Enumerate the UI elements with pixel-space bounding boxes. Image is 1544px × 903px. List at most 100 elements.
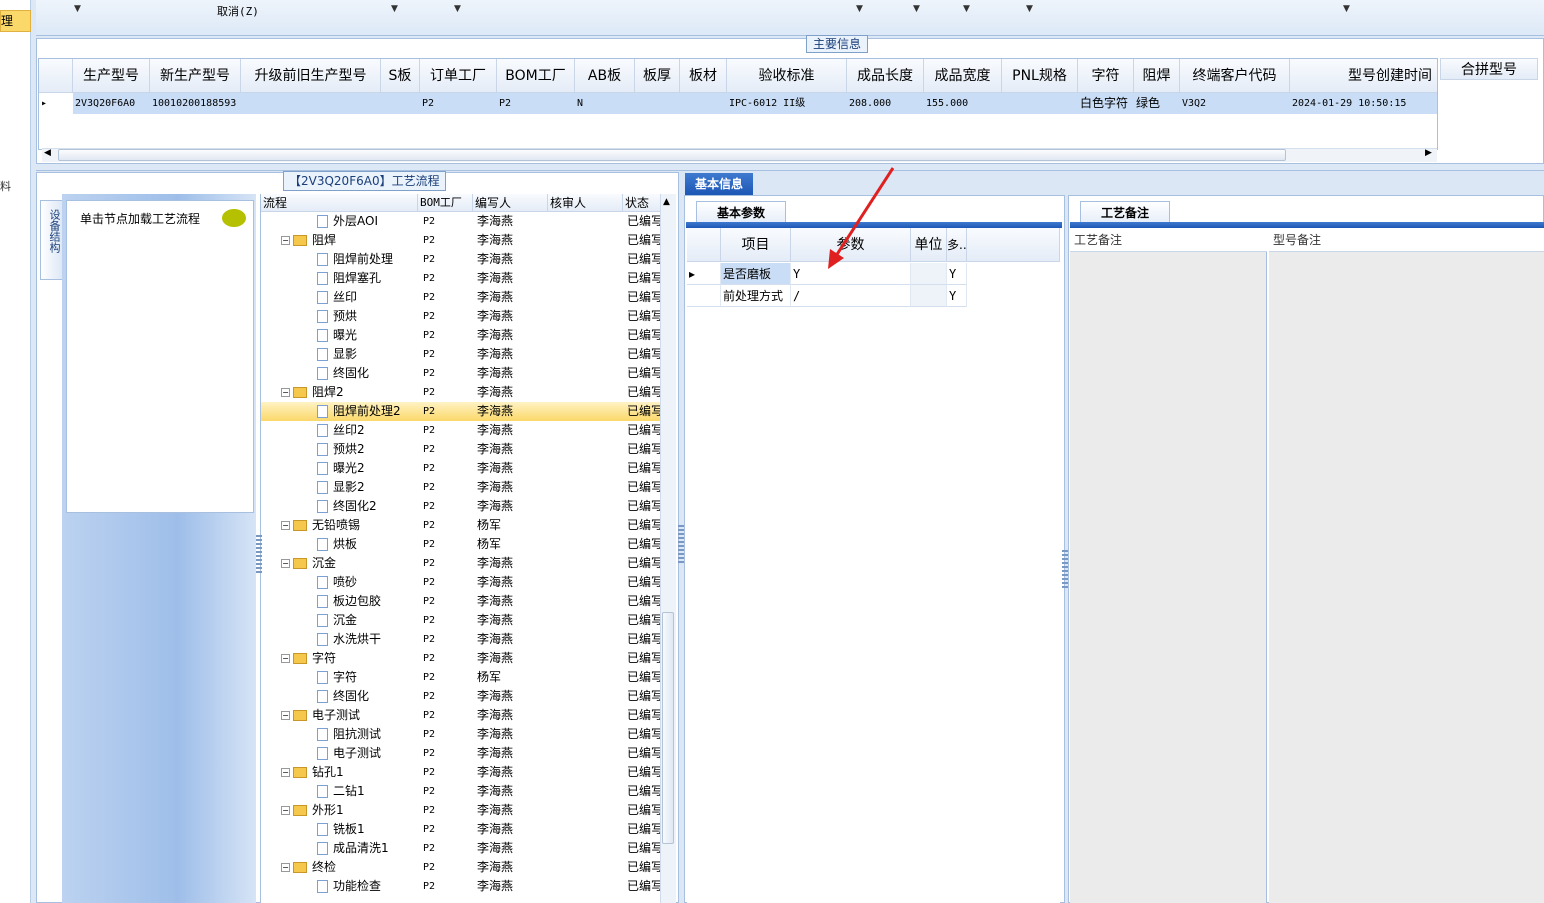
column-header[interactable]: AB板 bbox=[575, 59, 635, 93]
tree-row[interactable]: − 沉金 P2 李海燕 已编写 bbox=[261, 554, 660, 573]
tree-row[interactable]: 终固化 P2 李海燕 已编写 bbox=[261, 687, 660, 706]
dropdown-arrow-icon[interactable]: ▼ bbox=[454, 4, 461, 14]
tree-node[interactable]: 成品清洗1 bbox=[317, 839, 418, 858]
param-multi[interactable]: Y bbox=[947, 263, 967, 285]
tree-node[interactable]: − 沉金 bbox=[281, 554, 418, 573]
splitter-handle[interactable] bbox=[256, 535, 262, 575]
tree-node[interactable]: − 字符 bbox=[281, 649, 418, 668]
tree-node[interactable]: 丝印2 bbox=[317, 421, 418, 440]
tree-node[interactable]: 板边包胶 bbox=[317, 592, 418, 611]
left-nav-selected-item[interactable]: 理 bbox=[0, 10, 31, 32]
cell[interactable]: N bbox=[575, 93, 635, 114]
column-header[interactable]: PNL规格 bbox=[1002, 59, 1078, 93]
column-header[interactable]: 终端客户代码 bbox=[1180, 59, 1290, 93]
dropdown-arrow-icon[interactable]: ▼ bbox=[391, 4, 398, 14]
tree-row[interactable]: 显影2 P2 李海燕 已编写 bbox=[261, 478, 660, 497]
tree-row[interactable]: 板边包胶 P2 李海燕 已编写 bbox=[261, 592, 660, 611]
tree-row[interactable]: − 电子测试 P2 李海燕 已编写 bbox=[261, 706, 660, 725]
tree-row[interactable]: 终固化 P2 李海燕 已编写 bbox=[261, 364, 660, 383]
tree-node[interactable]: 曝光 bbox=[317, 326, 418, 345]
dropdown-arrow-icon[interactable]: ▼ bbox=[913, 4, 920, 14]
tree-node[interactable]: 阻焊塞孔 bbox=[317, 269, 418, 288]
tree-row[interactable]: 显影 P2 李海燕 已编写 bbox=[261, 345, 660, 364]
tree-row[interactable]: − 终检 P2 李海燕 已编写 bbox=[261, 858, 660, 877]
tree-node[interactable]: 阻抗测试 bbox=[317, 725, 418, 744]
tree-node[interactable]: − 阻焊2 bbox=[281, 383, 418, 402]
collapse-icon[interactable]: − bbox=[281, 806, 290, 815]
column-header[interactable]: 型号创建时间 bbox=[1290, 59, 1437, 93]
tree-node[interactable]: 预烘2 bbox=[317, 440, 418, 459]
tree-row[interactable]: 电子测试 P2 李海燕 已编写 bbox=[261, 744, 660, 763]
cell[interactable]: P2 bbox=[497, 93, 575, 114]
tab-basic-params[interactable]: 基本参数 bbox=[696, 201, 786, 223]
cell[interactable]: 208.000 bbox=[847, 93, 924, 114]
param-multi[interactable]: Y bbox=[947, 285, 967, 307]
tree-row[interactable]: 喷砂 P2 李海燕 已编写 bbox=[261, 573, 660, 592]
tree-row[interactable]: 丝印 P2 李海燕 已编写 bbox=[261, 288, 660, 307]
cell[interactable]: 155.000 bbox=[924, 93, 1002, 114]
cell[interactable]: 10010200188593 bbox=[150, 93, 241, 114]
tree-node[interactable]: 二钻1 bbox=[317, 782, 418, 801]
tree-node[interactable]: 铣板1 bbox=[317, 820, 418, 839]
tree-row[interactable]: 铣板1 P2 李海燕 已编写 bbox=[261, 820, 660, 839]
tree-node[interactable]: − 外形1 bbox=[281, 801, 418, 820]
column-header[interactable]: 订单工厂 bbox=[420, 59, 497, 93]
cell[interactable]: V3Q2 bbox=[1180, 93, 1290, 114]
cell[interactable] bbox=[680, 93, 727, 114]
tree-node[interactable]: − 电子测试 bbox=[281, 706, 418, 725]
tree-column-header[interactable]: 核审人 bbox=[548, 194, 623, 212]
collapse-icon[interactable]: − bbox=[281, 388, 290, 397]
collapse-icon[interactable]: − bbox=[281, 863, 290, 872]
tab-basic-info[interactable]: 基本信息 bbox=[685, 173, 753, 195]
tree-node[interactable]: − 无铅喷锡 bbox=[281, 516, 418, 535]
scroll-up-icon[interactable]: ▲ bbox=[663, 197, 670, 207]
tree-row[interactable]: 功能检查 P2 李海燕 已编写 bbox=[261, 877, 660, 896]
tree-row[interactable]: − 阻焊2 P2 李海燕 已编写 bbox=[261, 383, 660, 402]
tree-row[interactable]: 水洗烘干 P2 李海燕 已编写 bbox=[261, 630, 660, 649]
tree-node[interactable]: 阻焊前处理 bbox=[317, 250, 418, 269]
tree-row[interactable]: − 阻焊 P2 李海燕 已编写 bbox=[261, 231, 660, 250]
param-column-header[interactable]: 单位 bbox=[911, 228, 947, 262]
collapse-icon[interactable]: − bbox=[281, 768, 290, 777]
cell[interactable]: P2 bbox=[420, 93, 497, 114]
column-header[interactable]: 验收标准 bbox=[727, 59, 847, 93]
collapse-icon[interactable]: − bbox=[281, 559, 290, 568]
tree-row[interactable]: 外层AOI P2 李海燕 已编写 bbox=[261, 212, 660, 231]
tree-node[interactable]: 终固化2 bbox=[317, 497, 418, 516]
tree-node[interactable]: 终固化 bbox=[317, 687, 418, 706]
tree-node[interactable]: 烘板 bbox=[317, 535, 418, 554]
tree-column-header[interactable]: 编写人 bbox=[473, 194, 548, 212]
cell[interactable]: 2024-01-29 10:50:15 bbox=[1290, 93, 1437, 114]
tree-row[interactable]: 预烘2 P2 李海燕 已编写 bbox=[261, 440, 660, 459]
tree-node[interactable]: 终固化 bbox=[317, 364, 418, 383]
tree-row[interactable]: 阻焊前处理 P2 李海燕 已编写 bbox=[261, 250, 660, 269]
process-note-textarea[interactable] bbox=[1070, 252, 1267, 903]
tree-row[interactable]: 阻抗测试 P2 李海燕 已编写 bbox=[261, 725, 660, 744]
merge-model-header[interactable]: 合拼型号 bbox=[1440, 58, 1538, 80]
tree-node[interactable]: 丝印 bbox=[317, 288, 418, 307]
collapse-icon[interactable]: − bbox=[281, 521, 290, 530]
param-value[interactable]: / bbox=[791, 285, 911, 307]
column-header[interactable]: 阻焊 bbox=[1134, 59, 1180, 93]
param-item[interactable]: 前处理方式 bbox=[721, 285, 791, 307]
tree-node[interactable]: 显影 bbox=[317, 345, 418, 364]
collapse-icon[interactable]: − bbox=[281, 654, 290, 663]
scrollbar-thumb[interactable] bbox=[58, 149, 1286, 161]
tree-row[interactable]: 预烘 P2 李海燕 已编写 bbox=[261, 307, 660, 326]
tree-row[interactable]: 丝印2 P2 李海燕 已编写 bbox=[261, 421, 660, 440]
column-header[interactable]: 板材 bbox=[680, 59, 727, 93]
cell[interactable]: 白色字符 bbox=[1078, 93, 1134, 114]
tree-row[interactable]: 阻焊前处理2 P2 李海燕 已编写 bbox=[261, 402, 660, 421]
dropdown-arrow-icon[interactable]: ▼ bbox=[74, 4, 81, 14]
tab-process-notes[interactable]: 工艺备注 bbox=[1080, 201, 1170, 223]
column-header[interactable]: 成品宽度 bbox=[924, 59, 1002, 93]
param-column-header[interactable]: 多.. bbox=[947, 228, 967, 262]
tree-column-header[interactable]: 状态 bbox=[623, 194, 660, 212]
scroll-right-icon[interactable]: ▶ bbox=[1425, 148, 1432, 158]
tree-node[interactable]: 功能检查 bbox=[317, 877, 418, 896]
collapse-icon[interactable]: − bbox=[281, 236, 290, 245]
dropdown-arrow-icon[interactable]: ▼ bbox=[856, 4, 863, 14]
tree-row[interactable]: 成品清洗1 P2 李海燕 已编写 bbox=[261, 839, 660, 858]
scrollbar-thumb[interactable] bbox=[662, 612, 674, 844]
param-column-header[interactable]: 项目 bbox=[721, 228, 791, 262]
